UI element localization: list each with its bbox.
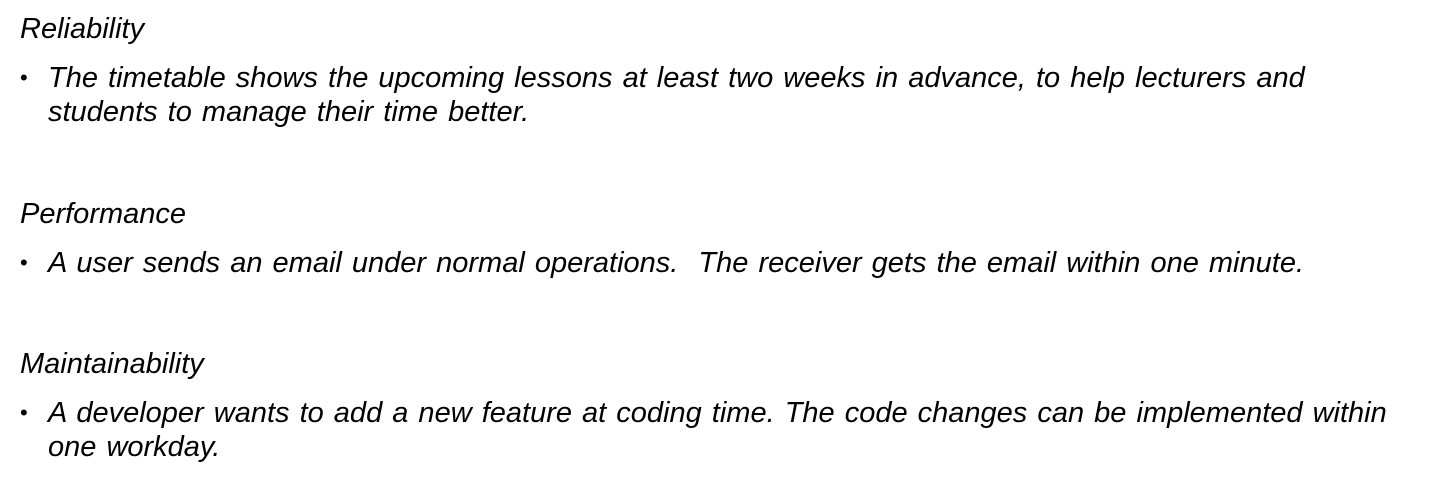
section-maintainability: Maintainability • A developer wants to a… bbox=[20, 347, 1420, 464]
bullet-list: • The timetable shows the upcoming lesso… bbox=[20, 61, 1420, 129]
bullet-icon: • bbox=[20, 250, 28, 275]
bullet-item: • The timetable shows the upcoming lesso… bbox=[20, 61, 1420, 129]
bullet-item: • A developer wants to add a new feature… bbox=[20, 396, 1420, 464]
bullet-list: • A user sends an email under normal ope… bbox=[20, 246, 1420, 280]
bullet-item: • A user sends an email under normal ope… bbox=[20, 246, 1420, 280]
bullet-icon: • bbox=[20, 65, 28, 90]
bullet-list: • A developer wants to add a new feature… bbox=[20, 396, 1420, 464]
section-title: Performance bbox=[20, 198, 187, 230]
bullet-text: The timetable shows the upcoming lessons… bbox=[48, 62, 1305, 128]
section-reliability: Reliability • The timetable shows the up… bbox=[20, 12, 1420, 129]
section-title: Reliability bbox=[20, 13, 145, 45]
bullet-text: A developer wants to add a new feature a… bbox=[48, 397, 1387, 463]
bullet-text: A user sends an email under normal opera… bbox=[48, 247, 1305, 279]
section-performance: Performance • A user sends an email unde… bbox=[20, 197, 1420, 280]
bullet-icon: • bbox=[20, 400, 28, 425]
section-title: Maintainability bbox=[20, 348, 204, 380]
